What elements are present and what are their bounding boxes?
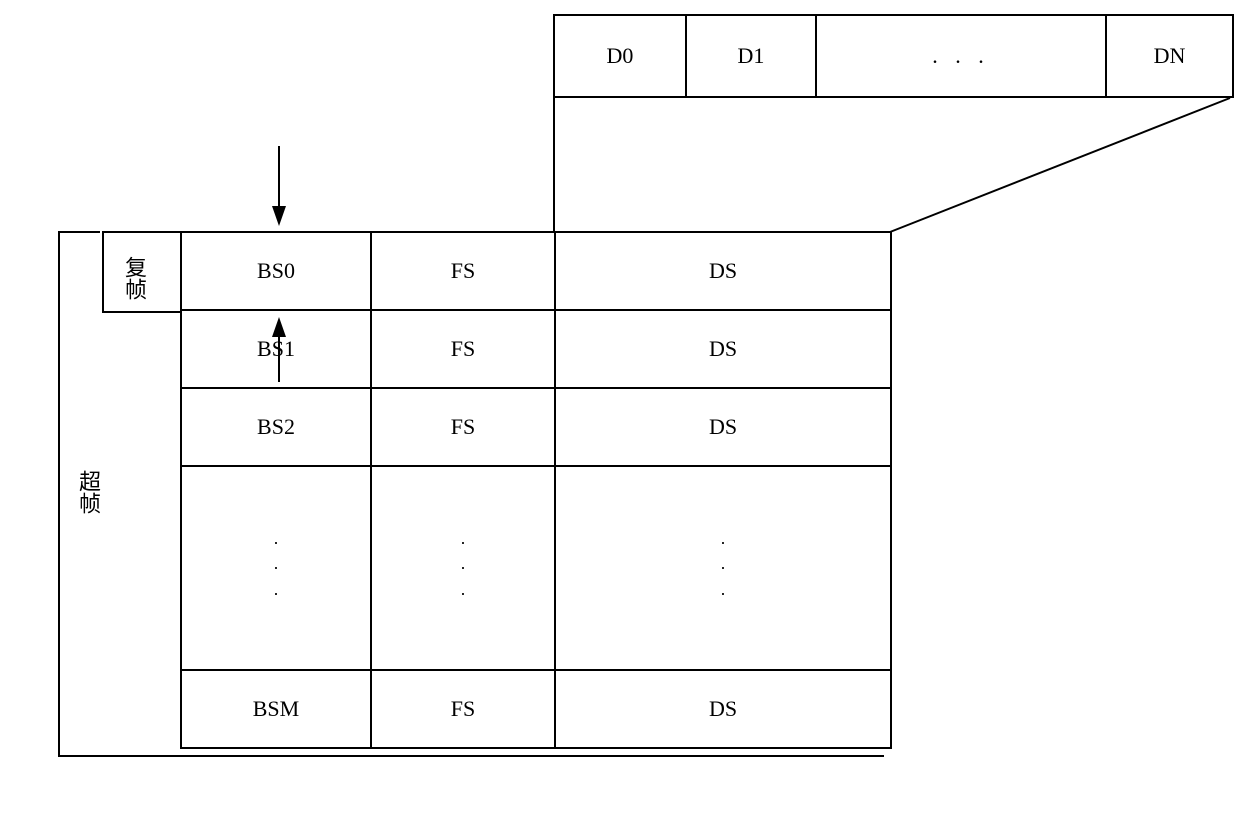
cell-dsm: DS	[555, 670, 891, 748]
label-superframe: 超帧	[72, 470, 104, 514]
cell-fs0: FS	[371, 232, 555, 310]
cell-fs1: FS	[371, 310, 555, 388]
table-row: BS2 FS DS	[181, 388, 891, 466]
cell-ds2: DS	[555, 388, 891, 466]
detail-cell-d1: D1	[687, 16, 817, 96]
detail-cell-dn: DN	[1107, 16, 1232, 96]
cell-fs-vdots: · · ·	[371, 466, 555, 670]
detail-cell-d0: D0	[555, 16, 687, 96]
cell-bs2: BS2	[181, 388, 371, 466]
table-row: BS0 FS DS	[181, 232, 891, 310]
cell-ds0: DS	[555, 232, 891, 310]
table-row-ellipsis: · · · · · · · · ·	[181, 466, 891, 670]
frame-structure-table: BS0 FS DS BS1 FS DS BS2 FS DS · · · · · …	[180, 231, 892, 749]
expansion-connector-left	[553, 98, 555, 232]
detail-cell-ellipsis: . . .	[817, 16, 1107, 96]
cell-fsm: FS	[371, 670, 555, 748]
table-row: BS1 FS DS	[181, 310, 891, 388]
data-slot-detail-row: D0 D1 . . . DN	[553, 14, 1234, 98]
cell-ds-vdots: · · ·	[555, 466, 891, 670]
arrow-down-head-icon	[272, 206, 286, 226]
cell-bsm: BSM	[181, 670, 371, 748]
cell-fs2: FS	[371, 388, 555, 466]
cell-bs-vdots: · · ·	[181, 466, 371, 670]
table-row: BSM FS DS	[181, 670, 891, 748]
arrow-down-stem	[278, 146, 280, 206]
label-multiframe: 复帧	[118, 256, 150, 300]
cell-bs1: BS1	[181, 310, 371, 388]
diagram-container: D0 D1 . . . DN BS0 FS DS BS1 FS DS BS2 F…	[0, 0, 1240, 815]
cell-bs0: BS0	[181, 232, 371, 310]
cell-ds1: DS	[555, 310, 891, 388]
